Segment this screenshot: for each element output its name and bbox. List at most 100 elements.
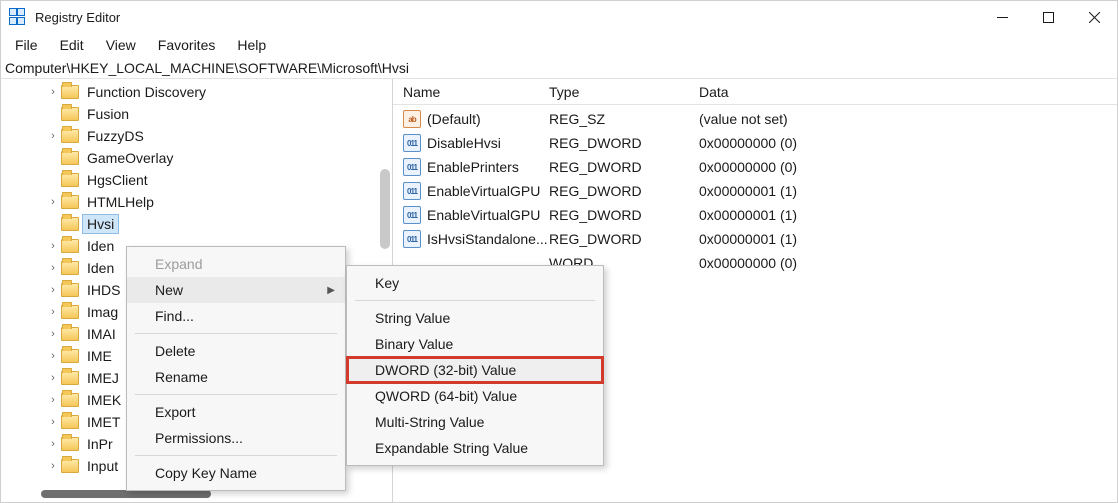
titlebar: Registry Editor	[1, 1, 1117, 33]
tree-node-label: FuzzyDS	[83, 127, 148, 145]
folder-icon	[61, 283, 79, 297]
menu-file[interactable]: File	[5, 35, 48, 55]
chevron-right-icon: ▶	[327, 285, 335, 296]
column-header-data[interactable]: Data	[699, 84, 1117, 100]
expander-icon[interactable]: ›	[45, 372, 61, 384]
folder-icon	[61, 437, 79, 451]
tree-node-label: Iden	[83, 237, 118, 255]
expander-icon[interactable]: ›	[45, 262, 61, 274]
maximize-button[interactable]	[1025, 1, 1071, 33]
tree-node-label: IMEK	[83, 391, 125, 409]
ctx-permissions[interactable]: Permissions...	[127, 425, 345, 451]
ctx-find[interactable]: Find...	[127, 303, 345, 329]
binary-value-icon: 011	[403, 230, 421, 248]
tree-node[interactable]: › FuzzyDS	[45, 125, 392, 147]
menu-edit[interactable]: Edit	[50, 35, 94, 55]
tree-node[interactable]: Hvsi	[45, 213, 392, 235]
tree-node-label: HgsClient	[83, 171, 152, 189]
sub-key[interactable]: Key	[347, 270, 603, 296]
expander-icon[interactable]: ›	[45, 328, 61, 340]
value-type: REG_DWORD	[549, 159, 699, 175]
ctx-new-label: New	[155, 282, 183, 298]
tree-node-label: IME	[83, 347, 116, 365]
sub-string-value[interactable]: String Value	[347, 305, 603, 331]
value-row[interactable]: 011EnableVirtualGPUREG_DWORD0x00000001 (…	[393, 203, 1117, 227]
folder-icon	[61, 195, 79, 209]
expander-icon[interactable]: ›	[45, 438, 61, 450]
column-header-type[interactable]: Type	[549, 84, 699, 100]
binary-value-icon: 011	[403, 206, 421, 224]
tree-node[interactable]: ›HTMLHelp	[45, 191, 392, 213]
tree-node[interactable]: HgsClient	[45, 169, 392, 191]
ctx-new[interactable]: New ▶	[127, 277, 345, 303]
value-row[interactable]: 011EnableVirtualGPUREG_DWORD0x00000001 (…	[393, 179, 1117, 203]
value-data: 0x00000000 (0)	[699, 135, 1117, 151]
sub-dword-value[interactable]: DWORD (32-bit) Value	[347, 357, 603, 383]
column-header-name[interactable]: Name	[403, 84, 549, 100]
value-name: DisableHvsi	[427, 135, 549, 151]
expander-icon[interactable]: ›	[45, 460, 61, 472]
expander-icon[interactable]: ›	[45, 306, 61, 318]
folder-icon	[61, 459, 79, 473]
minimize-button[interactable]	[979, 1, 1025, 33]
value-row[interactable]: 011 DisableHvsiREG_DWORD0x00000000 (0)	[393, 131, 1117, 155]
address-bar[interactable]: Computer\HKEY_LOCAL_MACHINE\SOFTWARE\Mic…	[1, 57, 1117, 79]
sub-multi-string[interactable]: Multi-String Value	[347, 409, 603, 435]
ctx-expand[interactable]: Expand	[127, 251, 345, 277]
value-data: 0x00000001 (1)	[699, 183, 1117, 199]
value-name: EnableVirtualGPU	[427, 183, 549, 199]
tree-node-label: Iden	[83, 259, 118, 277]
tree-node-label: Input	[83, 457, 122, 475]
ctx-separator	[135, 394, 337, 395]
tree-node-label: Hvsi	[83, 215, 118, 233]
ctx-separator	[135, 455, 337, 456]
expander-icon[interactable]: ›	[45, 86, 61, 98]
expander-icon[interactable]: ›	[45, 394, 61, 406]
values-header: Name Type Data	[393, 79, 1117, 105]
close-button[interactable]	[1071, 1, 1117, 33]
folder-icon	[61, 173, 79, 187]
value-row[interactable]: 011IsHvsiStandalone...REG_DWORD0x0000000…	[393, 227, 1117, 251]
tree-node-label: GameOverlay	[83, 149, 177, 167]
tree-node[interactable]: GameOverlay	[45, 147, 392, 169]
values-list: ab(Default)REG_SZ(value not set) 011 Disab…	[393, 105, 1117, 275]
binary-value-icon: 011	[403, 134, 421, 152]
sub-qword-value[interactable]: QWORD (64-bit) Value	[347, 383, 603, 409]
tree-vertical-scrollbar[interactable]	[380, 169, 390, 249]
value-type: REG_DWORD	[549, 207, 699, 223]
regedit-icon	[9, 8, 27, 26]
folder-icon	[61, 217, 79, 231]
window-controls	[979, 1, 1117, 33]
expander-icon[interactable]: ›	[45, 416, 61, 428]
value-data: 0x00000001 (1)	[699, 231, 1117, 247]
sub-expandable-string[interactable]: Expandable String Value	[347, 435, 603, 461]
ctx-delete[interactable]: Delete	[127, 338, 345, 364]
ctx-rename[interactable]: Rename	[127, 364, 345, 390]
value-name: EnableVirtualGPU	[427, 207, 549, 223]
expander-icon[interactable]: ›	[45, 240, 61, 252]
tree-node[interactable]: › Function Discovery	[45, 81, 392, 103]
value-type: REG_DWORD	[549, 231, 699, 247]
tree-node-label: Function Discovery	[83, 83, 210, 101]
expander-icon[interactable]: ›	[45, 130, 61, 142]
expander-icon[interactable]: ›	[45, 350, 61, 362]
sub-binary-value[interactable]: Binary Value	[347, 331, 603, 357]
folder-icon	[61, 393, 79, 407]
ctx-copy-key-name[interactable]: Copy Key Name	[127, 460, 345, 486]
folder-icon	[61, 371, 79, 385]
ctx-export[interactable]: Export	[127, 399, 345, 425]
folder-icon	[61, 129, 79, 143]
value-row[interactable]: ab(Default)REG_SZ(value not set)	[393, 107, 1117, 131]
value-type: REG_DWORD	[549, 135, 699, 151]
menu-help[interactable]: Help	[227, 35, 276, 55]
value-data: 0x00000000 (0)	[699, 255, 1117, 271]
address-text: Computer\HKEY_LOCAL_MACHINE\SOFTWARE\Mic…	[5, 60, 409, 76]
tree-node[interactable]: Fusion	[45, 103, 392, 125]
tree-horizontal-scrollbar[interactable]	[41, 490, 211, 498]
menu-favorites[interactable]: Favorites	[148, 35, 226, 55]
expander-icon[interactable]: ›	[45, 284, 61, 296]
folder-icon	[61, 107, 79, 121]
menu-view[interactable]: View	[96, 35, 146, 55]
value-row[interactable]: 011EnablePrintersREG_DWORD0x00000000 (0)	[393, 155, 1117, 179]
expander-icon[interactable]: ›	[45, 196, 61, 208]
